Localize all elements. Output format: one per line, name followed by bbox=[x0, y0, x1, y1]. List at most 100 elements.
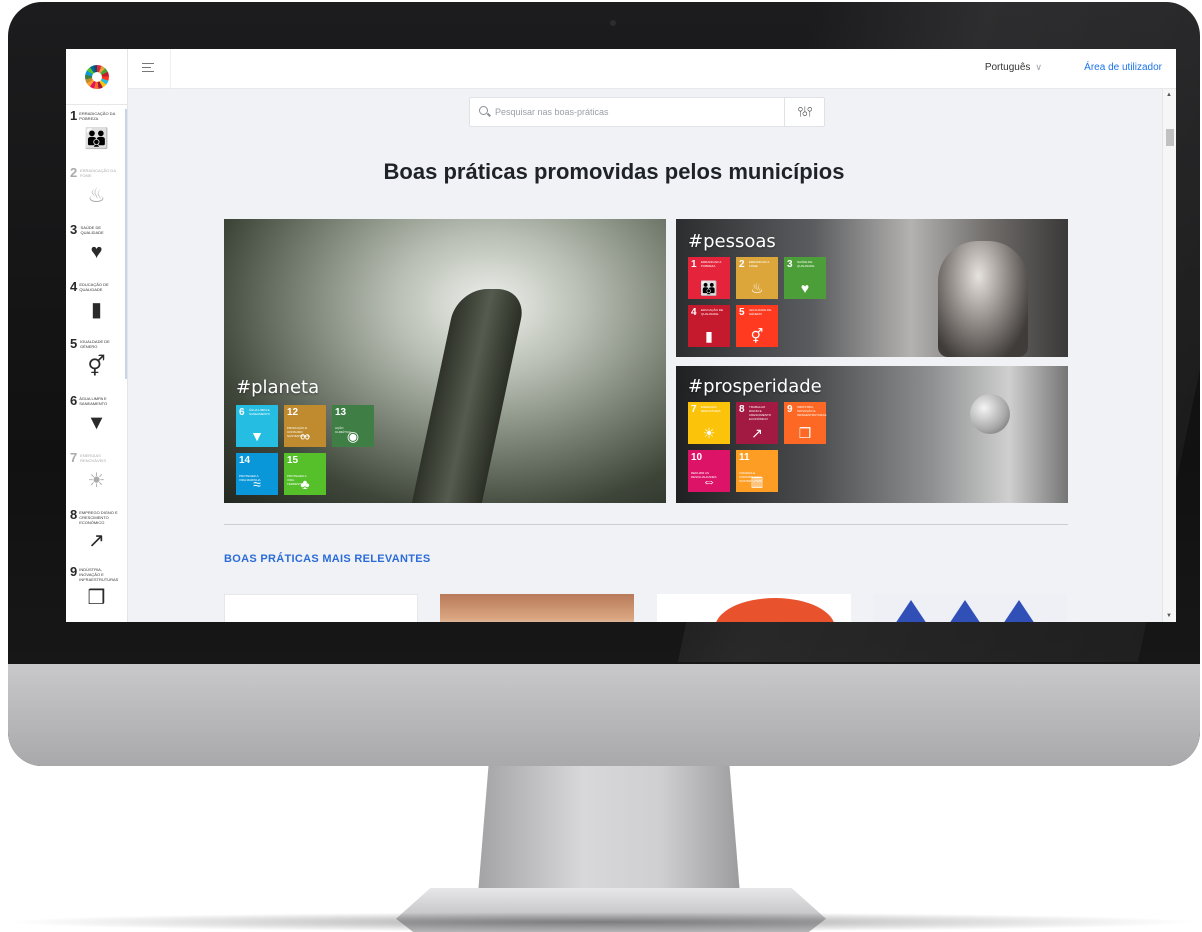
tile-number: 13 bbox=[335, 407, 347, 418]
child-painting-photo bbox=[938, 241, 1028, 357]
scroll-thumb[interactable] bbox=[1166, 129, 1174, 146]
tile-label: Educação de qualidade bbox=[701, 308, 724, 316]
book-icon: ▮ bbox=[90, 298, 102, 321]
sdg-tile-4[interactable]: 4 Educação de qualidade ▮ bbox=[688, 305, 730, 347]
practice-card[interactable] bbox=[440, 594, 634, 622]
filter-button[interactable]: ⫯⫰⫯ bbox=[784, 98, 824, 126]
practice-card-image bbox=[945, 600, 985, 622]
search-input[interactable] bbox=[495, 103, 775, 121]
sidebar-goal-3[interactable]: 3 Saúde de qualidade ♥ bbox=[66, 219, 127, 276]
tile-number: 11 bbox=[739, 452, 750, 463]
goal-name: Saúde de qualidade bbox=[80, 225, 104, 235]
section-heading: BOAS PRÁTICAS MAIS RELEVANTES bbox=[224, 553, 431, 565]
goal-name: Indústria, inovação e infraestruturas bbox=[79, 567, 119, 582]
sidebar-goal-8[interactable]: 8 Emprego digno e crescimento económico ↗ bbox=[66, 504, 127, 561]
sdg-goal-icon: ❒ bbox=[798, 425, 812, 441]
sdg-tile-5[interactable]: 5 Igualdade de género ⚥ bbox=[736, 305, 778, 347]
sidebar-goal-4[interactable]: 4 Educação de qualidade ▮ bbox=[66, 276, 127, 333]
tile-number: 10 bbox=[691, 452, 703, 463]
sdg-tile-7[interactable]: 7 Energias renováveis ☀ bbox=[688, 402, 730, 444]
sidebar-scrollbar[interactable] bbox=[125, 109, 127, 379]
tile-number: 8 bbox=[739, 404, 745, 415]
sdg-goal-icon: ∞ bbox=[300, 428, 310, 444]
user-area-link[interactable]: Área de utilizador bbox=[1084, 62, 1162, 73]
practice-card[interactable] bbox=[873, 594, 1067, 622]
monitor-stand-neck bbox=[478, 766, 740, 894]
goal-head: 7 Energias renováveis bbox=[70, 451, 123, 465]
goal-head: 4 Educação de qualidade bbox=[70, 280, 123, 294]
menu-icon[interactable] bbox=[142, 63, 154, 73]
heartbeat-icon: ♥ bbox=[90, 240, 103, 263]
sdg-goal-icon: ☀ bbox=[702, 425, 716, 441]
monitor-frame: 1 Erradicação da pobreza 👪 2 Erradicação da … bbox=[8, 2, 1200, 766]
pillar-card-pessoas[interactable]: #pessoas 1 Erradicar a pobreza 👪 2 Erradic… bbox=[676, 219, 1068, 357]
sdg-tile-2[interactable]: 2 Erradicar a fome ♨ bbox=[736, 257, 778, 299]
sliders-icon: ⫯⫰⫯ bbox=[797, 104, 813, 119]
search-icon bbox=[479, 106, 488, 115]
tile-label: Energias renováveis bbox=[701, 405, 721, 413]
sdg-wheel-icon bbox=[84, 64, 109, 89]
sdg-tile-grid: 6 Água limpa e saneamento ▼ 12 Produção e … bbox=[236, 405, 374, 495]
sidebar-logo[interactable] bbox=[66, 49, 127, 105]
sdg-tile-15[interactable]: 15 Proteger a vida terrestre ♣ bbox=[284, 453, 326, 495]
water-icon: ▼ bbox=[86, 411, 107, 434]
sdg-tile-13[interactable]: 13 Ação climática ◉ bbox=[332, 405, 374, 447]
goal-name: Emprego digno e crescimento económico bbox=[79, 510, 118, 525]
tile-label: Erradicar a pobreza bbox=[701, 260, 722, 268]
goal-name: Água limpa e saneamento bbox=[79, 396, 108, 406]
tile-number: 14 bbox=[239, 455, 251, 466]
sdg-tile-14[interactable]: 14 Proteger a vida marinha ≈ bbox=[236, 453, 278, 495]
practice-card[interactable] bbox=[657, 594, 851, 622]
sidebar-goal-5[interactable]: 5 Igualdade de género ⚥ bbox=[66, 333, 127, 390]
sdg-goal-icon: ♣ bbox=[300, 476, 310, 492]
sdg-tile-6[interactable]: 6 Água limpa e saneamento ▼ bbox=[236, 405, 278, 447]
sdg-tile-1[interactable]: 1 Erradicar a pobreza 👪 bbox=[688, 257, 730, 299]
tile-label: Indústria, inovação e infraestruturas bbox=[797, 405, 827, 417]
monitor-chin bbox=[8, 664, 1200, 766]
floor-shadow bbox=[0, 912, 1202, 932]
topbar: Português ∨ Área de utilizador bbox=[128, 49, 1176, 89]
sdg-tile-3[interactable]: 3 Saúde de qualidade ♥ bbox=[784, 257, 826, 299]
tile-number: 9 bbox=[787, 404, 793, 415]
page-scrollbar[interactable]: ▲ ▼ bbox=[1162, 89, 1176, 622]
sdg-goal-icon: ▮ bbox=[705, 328, 713, 344]
search-bar: ⫯⫰⫯ bbox=[469, 97, 825, 127]
sdg-tile-11[interactable]: 11 Cidades e comunidades sustentáveis ▥ bbox=[736, 450, 778, 492]
tile-number: 6 bbox=[239, 407, 245, 418]
language-label: Português bbox=[984, 62, 1031, 73]
goal-name: Erradicação da pobreza bbox=[79, 111, 116, 121]
practice-card[interactable] bbox=[224, 594, 418, 622]
goal-name: Educação de qualidade bbox=[79, 282, 109, 292]
scroll-down-arrow-icon[interactable]: ▼ bbox=[1166, 613, 1172, 619]
tile-label: Igualdade de género bbox=[749, 308, 772, 316]
sdg-goal-icon: ⇔ bbox=[702, 473, 716, 489]
sdg-goal-icon: ◉ bbox=[346, 428, 360, 444]
goal-head: 9 Indústria, inovação e infraestruturas bbox=[70, 564, 123, 583]
sdg-goal-icon: ≈ bbox=[253, 476, 261, 492]
tile-label: Trabalho digno e crescimento económico bbox=[749, 405, 772, 421]
sdg-tile-8[interactable]: 8 Trabalho digno e crescimento económico… bbox=[736, 402, 778, 444]
goal-head: 5 Igualdade de género bbox=[70, 337, 123, 351]
tile-number: 15 bbox=[287, 455, 299, 466]
sdg-goal-icon: ⚥ bbox=[750, 328, 764, 344]
pillar-label: #planeta bbox=[236, 377, 320, 398]
sidebar-goal-9[interactable]: 9 Indústria, inovação e infraestruturas ❒ bbox=[66, 561, 127, 618]
sdg-tile-9[interactable]: 9 Indústria, inovação e infraestruturas ❒ bbox=[784, 402, 826, 444]
scroll-up-arrow-icon[interactable]: ▲ bbox=[1166, 92, 1172, 98]
pillar-card-planeta[interactable]: #planeta 6 Água limpa e saneamento ▼ 12 Pr… bbox=[224, 219, 666, 503]
sdg-tile-grid: 1 Erradicar a pobreza 👪 2 Erradicar a fome… bbox=[688, 257, 826, 347]
globe-photo bbox=[970, 394, 1010, 434]
sdg-tile-10[interactable]: 10 Reduzir as desigualdades ⇔ bbox=[688, 450, 730, 492]
tile-label: Água limpa e saneamento bbox=[249, 408, 270, 416]
sdg-tile-12[interactable]: 12 Produção e consumo sustentáveis ∞ bbox=[284, 405, 326, 447]
pillar-card-prosperidade[interactable]: #prosperidade 7 Energias renováveis ☀ 8 Tr… bbox=[676, 366, 1068, 503]
sidebar-goal-1[interactable]: 1 Erradicação da pobreza 👪 bbox=[66, 105, 127, 162]
goal-number: 5 bbox=[70, 336, 78, 351]
sidebar-goal-6[interactable]: 6 Água limpa e saneamento ▼ bbox=[66, 390, 127, 447]
sdg-goal-icon: 👪 bbox=[700, 280, 718, 296]
language-select[interactable]: Português ∨ bbox=[985, 62, 1042, 73]
sidebar-goal-7[interactable]: 7 Energias renováveis ☀ bbox=[66, 447, 127, 504]
goal-number: 9 bbox=[70, 564, 78, 579]
chevron-down-icon: ∨ bbox=[1035, 62, 1042, 72]
page-title: Boas práticas promovidas pelos município… bbox=[383, 159, 845, 184]
